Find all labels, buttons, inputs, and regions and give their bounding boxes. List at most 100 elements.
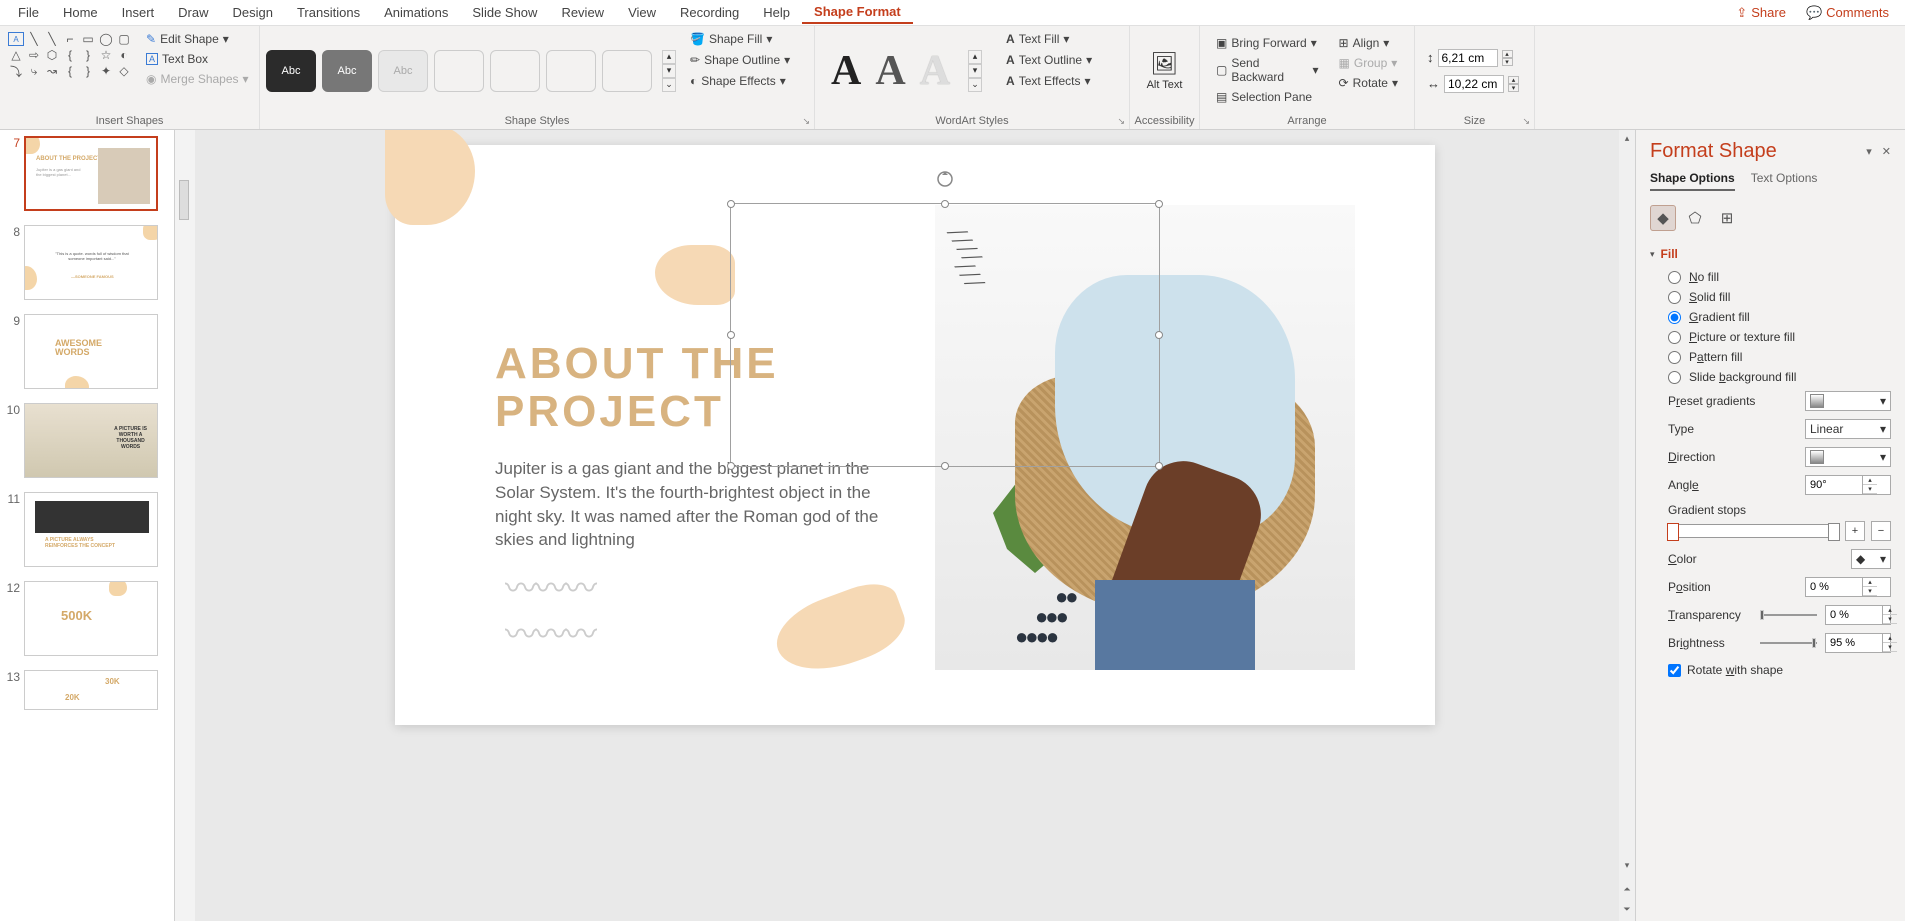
style-thumb-1[interactable]: Abc <box>266 50 316 92</box>
thumb-slide-8[interactable]: 8 "This is a quote. words full of wisdom… <box>4 225 170 300</box>
menu-file[interactable]: File <box>6 2 51 23</box>
shapes-gallery[interactable]: A ╲ ╲ ⌐ ▭ ◯ ▢ △ ⇨ ⬡ { } ☆ ◐ ⤵ ⤷ ↝ { } ✦ <box>6 30 136 108</box>
gradient-stop[interactable] <box>1828 523 1840 541</box>
group-button[interactable]: ▦Group▾ <box>1335 54 1402 72</box>
spin-down-icon[interactable]: ▾ <box>1502 58 1513 66</box>
menu-transitions[interactable]: Transitions <box>285 2 372 23</box>
menu-draw[interactable]: Draw <box>166 2 220 23</box>
shape-curve-icon[interactable]: ⤵ <box>8 64 24 78</box>
scroll-down-icon[interactable]: ▾ <box>1619 857 1635 873</box>
gradient-stop[interactable] <box>1667 523 1679 541</box>
resize-handle[interactable] <box>727 200 735 208</box>
radio-no-fill[interactable]: No fill <box>1650 267 1891 287</box>
edit-shape-button[interactable]: ✎Edit Shape▾ <box>142 30 253 48</box>
resize-handle[interactable] <box>1155 462 1163 470</box>
rotate-handle-icon[interactable] <box>936 170 954 188</box>
scroll-up-icon[interactable]: ▴ <box>1619 130 1635 146</box>
section-fill[interactable]: ▾ Fill <box>1650 241 1891 267</box>
radio-solid-fill[interactable]: Solid fill <box>1650 287 1891 307</box>
shape-arrow-icon[interactable]: ⇨ <box>26 48 42 62</box>
thumb-slide-12[interactable]: 12 500K <box>4 581 170 656</box>
effects-tab-icon[interactable]: ⬠ <box>1682 205 1708 231</box>
wordart-thumb-2[interactable]: A <box>875 47 905 95</box>
radio-gradient-fill[interactable]: Gradient fill <box>1650 307 1891 327</box>
resize-handle[interactable] <box>727 331 735 339</box>
shape-curve2-icon[interactable]: ⤷ <box>26 64 42 78</box>
shape-line2-icon[interactable]: ╲ <box>44 32 60 46</box>
shape-rbrace2-icon[interactable]: } <box>80 64 96 78</box>
add-stop-button[interactable]: + <box>1845 521 1865 541</box>
angle-input[interactable]: ▴▾ <box>1805 475 1891 495</box>
transparency-slider[interactable] <box>1760 614 1817 616</box>
resize-handle[interactable] <box>727 462 735 470</box>
gradient-stops-track[interactable] <box>1668 524 1839 538</box>
shape-lbrace-icon[interactable]: { <box>62 48 78 62</box>
tab-shape-options[interactable]: Shape Options <box>1650 171 1735 191</box>
menu-animations[interactable]: Animations <box>372 2 460 23</box>
shape-connector-icon[interactable]: ⌐ <box>62 32 78 46</box>
shape-rbrace-icon[interactable]: } <box>80 48 96 62</box>
shape-fill-button[interactable]: 🪣Shape Fill▾ <box>686 30 794 48</box>
style-thumb-7[interactable] <box>602 50 652 92</box>
shape-hex-icon[interactable]: ⬡ <box>44 48 60 62</box>
brightness-input[interactable]: ▴▾ <box>1825 633 1891 653</box>
bring-forward-button[interactable]: ▣Bring Forward▾ <box>1212 34 1323 52</box>
menu-shape-format[interactable]: Shape Format <box>802 1 913 24</box>
menu-insert[interactable]: Insert <box>110 2 167 23</box>
style-thumb-4[interactable] <box>434 50 484 92</box>
shape-triangle-icon[interactable]: △ <box>8 48 24 62</box>
menu-review[interactable]: Review <box>549 2 616 23</box>
text-effects-button[interactable]: AText Effects▾ <box>1002 72 1096 90</box>
spin-up-icon[interactable]: ▴ <box>1502 50 1513 58</box>
text-box-button[interactable]: AText Box <box>142 50 253 68</box>
radio-picture-fill[interactable]: Picture or texture fill <box>1650 327 1891 347</box>
width-input[interactable] <box>1444 75 1504 93</box>
comments-button[interactable]: 💬Comments <box>1796 2 1899 24</box>
remove-stop-button[interactable]: − <box>1871 521 1891 541</box>
fill-line-tab-icon[interactable]: ◆ <box>1650 205 1676 231</box>
shape-styles-launcher-icon[interactable]: ↘ <box>802 116 810 127</box>
transparency-input[interactable]: ▴▾ <box>1825 605 1891 625</box>
wordart-thumb-3[interactable]: A <box>920 47 950 95</box>
radio-slide-bg-fill[interactable]: Slide background fill <box>1650 367 1891 387</box>
tab-text-options[interactable]: Text Options <box>1751 171 1818 191</box>
gallery-up-icon[interactable]: ▴ <box>968 50 982 64</box>
gallery-down-icon[interactable]: ▾ <box>968 64 982 78</box>
preset-gradients-dropdown[interactable]: ▾ <box>1805 391 1891 411</box>
pane-options-icon[interactable]: ▾ <box>1866 145 1872 158</box>
shape-star-icon[interactable]: ☆ <box>98 48 114 62</box>
shape-effects-button[interactable]: ◐Shape Effects▾ <box>686 72 794 90</box>
menu-help[interactable]: Help <box>751 2 802 23</box>
alt-text-button[interactable]: 🖼 Alt Text <box>1137 30 1193 111</box>
resize-handle[interactable] <box>1155 331 1163 339</box>
text-outline-button[interactable]: AText Outline▾ <box>1002 51 1096 69</box>
brightness-slider[interactable] <box>1760 642 1817 644</box>
menu-slideshow[interactable]: Slide Show <box>460 2 549 23</box>
size-launcher-icon[interactable]: ↘ <box>1522 116 1530 127</box>
style-thumb-5[interactable] <box>490 50 540 92</box>
thumb-slide-11[interactable]: 11 A PICTURE ALWAYSREINFORCES THE CONCEP… <box>4 492 170 567</box>
gallery-down-icon[interactable]: ▾ <box>662 64 676 78</box>
wordart-thumb-1[interactable]: A <box>831 47 861 95</box>
resize-handle[interactable] <box>941 462 949 470</box>
selection-pane-button[interactable]: ▤Selection Pane <box>1212 88 1323 106</box>
menu-design[interactable]: Design <box>221 2 285 23</box>
style-thumb-6[interactable] <box>546 50 596 92</box>
shape-lbrace2-icon[interactable]: { <box>62 64 78 78</box>
gallery-more-icon[interactable]: ⌄ <box>968 78 982 92</box>
shape-round-icon[interactable]: ◐ <box>116 48 132 62</box>
menu-home[interactable]: Home <box>51 2 110 23</box>
slide-body[interactable]: Jupiter is a gas giant and the biggest p… <box>495 457 895 552</box>
stop-color-dropdown[interactable]: ◆▾ <box>1851 549 1891 569</box>
wordart-gallery[interactable]: A A A ▴ ▾ ⌄ <box>821 30 992 111</box>
prev-slide-icon[interactable]: ⏶ <box>1619 881 1635 897</box>
thumb-slide-10[interactable]: 10 A PICTURE ISWORTH ATHOUSANDWORDS <box>4 403 170 478</box>
selection-box[interactable] <box>730 203 1160 467</box>
slide-canvas[interactable]: 〰〰〰 〰〰〰 ABOUT THE PROJECT Jupiter is a g… <box>195 130 1635 921</box>
wordart-launcher-icon[interactable]: ↘ <box>1117 116 1125 127</box>
size-props-tab-icon[interactable]: ⊞ <box>1714 205 1740 231</box>
thumb-slide-7[interactable]: 7 ABOUT THE PROJECT Jupiter is a gas gia… <box>4 136 170 211</box>
align-button[interactable]: ⊞Align▾ <box>1335 34 1402 52</box>
merge-shapes-button[interactable]: ◉Merge Shapes▾ <box>142 70 253 88</box>
resize-handle[interactable] <box>941 200 949 208</box>
